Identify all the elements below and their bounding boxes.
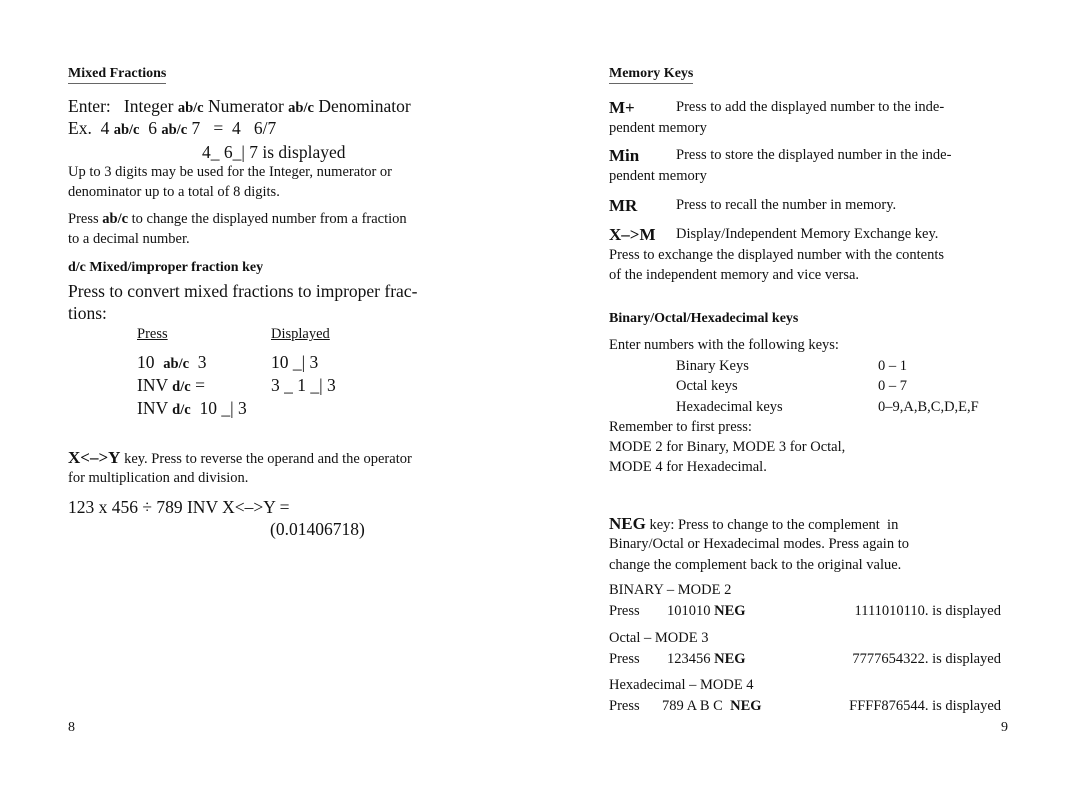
key-ab-c: ab/c: [177, 100, 204, 116]
section-heading-dc-key: d/c Mixed/improper fraction key: [68, 260, 264, 275]
xy-example: 123 x 456 ÷ 789 INV X<–>Y =: [68, 497, 290, 517]
example-input: 789 A B C NEG: [662, 698, 762, 715]
example-mode: BINARY – MODE 2: [609, 582, 732, 598]
dc-desc-l2: tions:: [68, 303, 107, 323]
note-digits-l2: denominator up to a total of 8 digits.: [68, 184, 280, 200]
key-d-c: d/c: [172, 379, 191, 395]
base-key-name: Octal keys: [676, 378, 738, 394]
key-ab-c: ab/c: [163, 356, 190, 372]
page-number: 9: [1001, 720, 1008, 735]
key-ab-c: ab/c: [113, 122, 140, 138]
key-x-to-m: X–>M: [609, 225, 656, 244]
example-press: Press: [609, 651, 640, 667]
text: =: [190, 375, 205, 395]
table-row-displayed: 10 _| 3: [271, 352, 319, 372]
text: 3: [189, 352, 207, 372]
text: INV: [137, 398, 173, 418]
example-result: 1111010110. is displayed: [854, 603, 1001, 619]
text: 789 A B C: [662, 698, 731, 714]
x-to-m-desc-l3: of the independent memory and vice versa…: [609, 267, 860, 283]
column-header-press: Press: [137, 326, 168, 342]
example-mode: Octal – MODE 3: [609, 630, 709, 646]
key-min: Min: [609, 146, 640, 165]
example-input: 101010 NEG: [667, 603, 746, 620]
example-press: Press: [609, 603, 640, 619]
base-key-name: Binary Keys: [676, 358, 749, 374]
x-to-m-desc-l2: Press to exchange the displayed number w…: [609, 247, 945, 263]
xy-result: (0.01406718): [270, 519, 365, 539]
key-neg: NEG: [730, 698, 762, 714]
page-number: 8: [68, 720, 75, 735]
table-row-displayed: 3 _ 1 _| 3: [271, 375, 336, 395]
xy-desc-l2: for multiplication and division.: [68, 470, 249, 486]
key-ab-c: ab/c: [161, 122, 188, 138]
xy-desc-l1: X<–>Y key. Press to reverse the operand …: [68, 448, 412, 468]
base-key-range: 0–9,A,B,C,D,E,F: [878, 399, 979, 415]
key-mr: MR: [609, 196, 638, 215]
neg-desc-l1: NEG key: Press to change to the compleme…: [609, 514, 898, 534]
x-to-m-desc-l1: Display/Independent Memory Exchange key.: [676, 226, 939, 242]
section-heading-mixed-fractions: Mixed Fractions: [68, 66, 167, 84]
text: Ex. 4: [68, 118, 114, 138]
key-x-y: X<–>Y: [68, 448, 121, 467]
example-line: Ex. 4 ab/c 6 ab/c 7 = 4 6/7: [68, 118, 276, 139]
text: INV: [137, 375, 173, 395]
neg-desc-l3: change the complement back to the origin…: [609, 557, 902, 573]
example-input: 123456 NEG: [667, 651, 746, 668]
example-result: 7777654322. is displayed: [852, 651, 1001, 667]
text: 10: [137, 352, 164, 372]
note-abc-l2: to a decimal number.: [68, 231, 190, 247]
text: to change the displayed number from a fr…: [128, 211, 407, 227]
key-neg: NEG: [714, 651, 746, 667]
text: 6: [139, 118, 162, 138]
min-desc-l1: Press to store the displayed number in t…: [676, 147, 952, 163]
dc-desc-l1: Press to convert mixed fractions to impr…: [68, 281, 418, 301]
text: 10 _| 3: [190, 398, 247, 418]
key-m-plus: M+: [609, 98, 635, 117]
table-row-press: 10 ab/c 3: [137, 352, 207, 373]
example-press: Press: [609, 698, 640, 714]
text: key: Press to change to the complement i…: [645, 517, 899, 533]
key-neg: NEG: [714, 603, 746, 619]
bases-intro: Enter numbers with the following keys:: [609, 337, 839, 353]
text: key. Press to reverse the operand and th…: [120, 451, 412, 467]
remember-text: Remember to first press:: [609, 419, 752, 435]
text: Press: [68, 211, 103, 227]
text: 101010: [667, 603, 715, 619]
column-header-displayed: Displayed: [271, 326, 330, 342]
base-key-name: Hexadecimal keys: [676, 399, 783, 415]
text: Numerator: [203, 96, 289, 116]
note-abc-l1: Press ab/c to change the displayed numbe…: [68, 211, 407, 228]
text: 123456: [667, 651, 715, 667]
key-ab-c: ab/c: [288, 100, 314, 116]
mr-desc: Press to recall the number in memory.: [676, 197, 897, 213]
neg-desc-l2: Binary/Octal or Hexadecimal modes. Press…: [609, 536, 909, 552]
section-heading-memory-keys: Memory Keys: [609, 66, 694, 84]
m-plus-desc-l2: pendent memory: [609, 120, 707, 136]
text: Enter: Integer: [68, 96, 178, 116]
key-ab-c: ab/c: [102, 211, 129, 227]
key-d-c: d/c: [172, 402, 191, 418]
m-plus-desc-l1: Press to add the displayed number to the…: [676, 99, 945, 115]
table-row-press: INV d/c =: [137, 375, 205, 396]
table-row-press: INV d/c 10 _| 3: [137, 398, 247, 419]
example-mode: Hexadecimal – MODE 4: [609, 677, 754, 693]
base-key-range: 0 – 7: [878, 378, 907, 394]
mode-text-l1: MODE 2 for Binary, MODE 3 for Octal,: [609, 439, 846, 455]
displayed-result: 4_ 6_| 7 is displayed: [202, 142, 346, 162]
text: 7 = 4 6/7: [187, 118, 277, 138]
key-neg: NEG: [609, 514, 646, 533]
example-result: FFFF876544. is displayed: [849, 698, 1001, 714]
mode-text-l2: MODE 4 for Hexadecimal.: [609, 459, 767, 475]
text: Denominator: [313, 96, 411, 116]
note-digits-l1: Up to 3 digits may be used for the Integ…: [68, 164, 392, 180]
section-heading-bases: Binary/Octal/Hexadecimal keys: [609, 311, 799, 326]
enter-line: Enter: Integer ab/c Numerator ab/c Denom…: [68, 96, 411, 117]
min-desc-l2: pendent memory: [609, 168, 707, 184]
base-key-range: 0 – 1: [878, 358, 907, 374]
